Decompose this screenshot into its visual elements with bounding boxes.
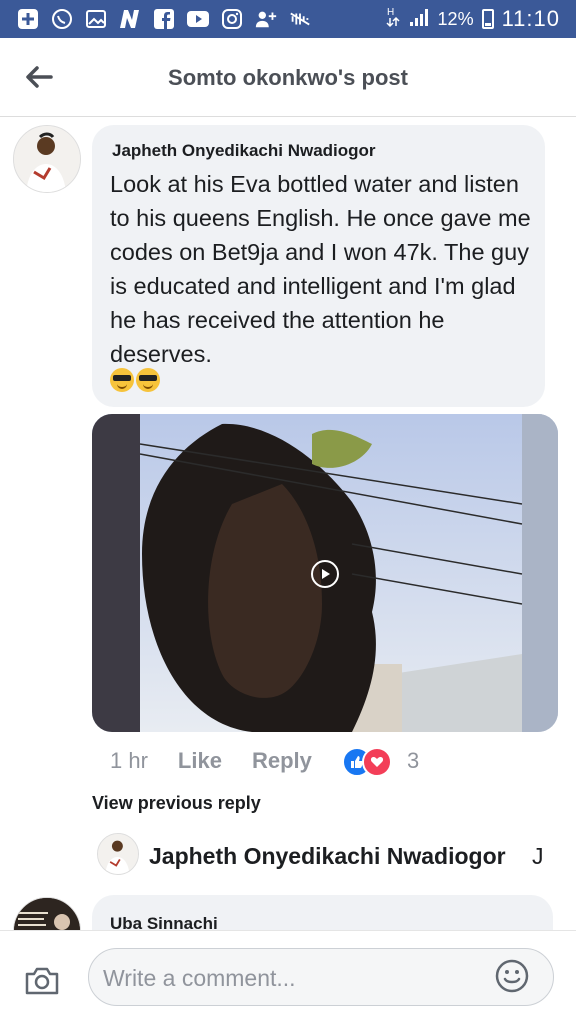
facebook-icon — [152, 7, 176, 31]
instagram-icon — [220, 7, 244, 31]
comment-author[interactable]: Japheth Onyedikachi Nwadiogor — [112, 141, 376, 161]
status-bar: H 12% 11:10 — [0, 0, 576, 38]
reply-author[interactable]: Japheth Onyedikachi Nwadiogor — [149, 843, 506, 870]
like-button[interactable]: Like — [178, 748, 222, 774]
reply-button[interactable]: Reply — [252, 748, 312, 774]
post-header: Somto okonkwo's post — [0, 38, 576, 117]
clock: 11:10 — [501, 6, 560, 31]
battery-icon — [481, 9, 494, 29]
emoji-picker-icon[interactable] — [495, 959, 529, 993]
battery-percent: 12% — [437, 8, 474, 29]
emoji-group — [110, 368, 160, 392]
comment-text: Look at his Eva bottled water and listen… — [110, 171, 531, 367]
svg-text:H: H — [387, 7, 394, 18]
reaction-icons[interactable] — [342, 747, 392, 777]
add-contact-icon — [254, 7, 278, 31]
signal-icon — [408, 6, 430, 33]
page-title: Somto okonkwo's post — [168, 65, 408, 90]
image-icon — [84, 7, 108, 31]
n-app-icon — [118, 7, 142, 31]
play-icon[interactable] — [311, 560, 339, 588]
sunglasses-emoji-icon — [136, 368, 160, 392]
reply-avatar[interactable] — [97, 833, 139, 875]
comment-input[interactable] — [101, 959, 495, 997]
view-previous-reply-link[interactable]: View previous reply — [92, 793, 261, 814]
avatar[interactable] — [13, 125, 81, 193]
data-icon: H — [386, 5, 400, 34]
whatsapp-icon — [50, 7, 74, 31]
comment-composer — [0, 930, 576, 1025]
comment-bubble: Japheth Onyedikachi Nwadiogor Look at hi… — [92, 125, 545, 407]
comment-actions: 1 hr Like Reply — [110, 745, 312, 777]
youtube-icon — [186, 7, 210, 31]
camera-icon[interactable] — [24, 966, 60, 996]
reaction-count[interactable]: 3 — [407, 748, 419, 774]
comment-input-box[interactable] — [88, 948, 554, 1006]
comment-timestamp[interactable]: 1 hr — [110, 748, 148, 774]
reply-text-preview[interactable]: J — [532, 843, 544, 870]
plus-box-icon — [16, 7, 40, 31]
sunglasses-emoji-icon — [110, 368, 134, 392]
love-reaction-icon — [362, 747, 392, 777]
mute-vibrate-icon — [288, 7, 312, 31]
